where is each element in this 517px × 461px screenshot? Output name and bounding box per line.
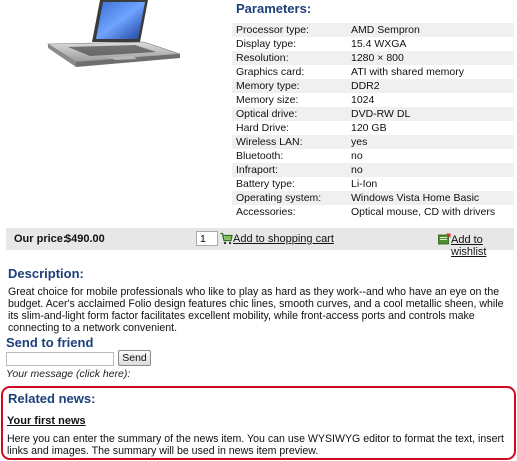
parameter-row: Battery type: Li-Ion bbox=[232, 177, 514, 191]
parameter-value: no bbox=[351, 150, 363, 162]
send-to-friend-heading: Send to friend bbox=[6, 335, 94, 350]
news-item-summary: Here you can enter the summary of the ne… bbox=[7, 433, 504, 457]
parameter-row: Memory type: DDR2 bbox=[232, 79, 514, 93]
parameter-row: Processor type: AMD Sempron bbox=[232, 23, 514, 37]
parameter-value: 1280 × 800 bbox=[347, 51, 514, 65]
parameter-value: AMD Sempron bbox=[347, 23, 514, 37]
price-bar: Our price: $490.00 Add to shopping cart … bbox=[6, 228, 514, 258]
price-label: Our price: bbox=[14, 233, 67, 245]
related-news-heading: Related news: bbox=[8, 391, 96, 406]
parameter-row: Resolution: 1280 × 800 bbox=[232, 51, 514, 65]
parameter-label: Accessories: bbox=[236, 206, 296, 218]
message-link[interactable]: Your message (click here): bbox=[6, 368, 130, 380]
related-news-box: Related news: Your first news Here you c… bbox=[1, 386, 516, 460]
parameter-row: Optical drive: DVD-RW DL bbox=[232, 107, 514, 121]
price-value: $490.00 bbox=[65, 233, 105, 245]
parameter-row: Infraport: no bbox=[232, 163, 514, 177]
parameter-label: Graphics card: bbox=[236, 66, 305, 78]
description-text: Great choice for mobile professionals wh… bbox=[8, 286, 504, 334]
parameter-value: 120 GB bbox=[351, 122, 387, 134]
parameter-value: Windows Vista Home Basic bbox=[347, 191, 514, 205]
parameter-row: Display type: 15.4 WXGA bbox=[232, 37, 514, 51]
parameter-label: Processor type: bbox=[232, 23, 347, 37]
send-button[interactable]: Send bbox=[118, 350, 151, 366]
parameter-row: Accessories: Optical mouse, CD with drive… bbox=[232, 205, 514, 219]
parameter-row: Bluetooth: no bbox=[232, 149, 514, 163]
product-image bbox=[40, 0, 190, 78]
parameter-value: 15.4 WXGA bbox=[351, 38, 407, 50]
parameter-value: 1024 bbox=[351, 94, 375, 106]
description-heading: Description: bbox=[8, 266, 84, 281]
parameter-label: Optical drive: bbox=[232, 107, 347, 121]
parameter-label: Operating system: bbox=[232, 191, 347, 205]
parameter-label: Memory size: bbox=[236, 94, 299, 106]
parameter-label: Wireless LAN: bbox=[232, 135, 347, 149]
parameters-heading: Parameters: bbox=[236, 1, 312, 16]
parameter-value: Optical mouse, CD with drivers bbox=[351, 206, 496, 218]
friend-email-input[interactable] bbox=[6, 352, 114, 366]
parameter-label: Bluetooth: bbox=[236, 150, 284, 162]
parameter-row: Graphics card: ATI with shared memory bbox=[232, 65, 514, 79]
quantity-input[interactable] bbox=[196, 231, 218, 246]
parameter-row: Hard Drive: 120 GB bbox=[232, 121, 514, 135]
parameter-label: Display type: bbox=[236, 38, 297, 50]
parameter-row: Memory size: 1024 bbox=[232, 93, 514, 107]
parameter-label: Hard Drive: bbox=[236, 122, 290, 134]
shopping-cart-icon[interactable] bbox=[220, 232, 233, 245]
parameter-value: DDR2 bbox=[347, 79, 514, 93]
parameter-label: Battery type: bbox=[236, 178, 295, 190]
news-item-title[interactable]: Your first news bbox=[7, 415, 86, 427]
parameter-label: Infraport: bbox=[232, 163, 347, 177]
parameter-value: no bbox=[347, 163, 514, 177]
parameter-row: Operating system: Windows Vista Home Basi… bbox=[232, 191, 514, 205]
parameter-value: DVD-RW DL bbox=[347, 107, 514, 121]
parameter-value: yes bbox=[347, 135, 514, 149]
add-to-cart-link[interactable]: Add to shopping cart bbox=[233, 233, 334, 245]
parameter-value: ATI with shared memory bbox=[351, 66, 465, 78]
wishlist-icon[interactable] bbox=[438, 233, 451, 245]
parameter-label: Resolution: bbox=[232, 51, 347, 65]
parameters-table: Processor type: AMD Sempron Display type: 1… bbox=[232, 23, 514, 219]
add-to-wishlist-link[interactable]: Add to wishlist bbox=[451, 234, 514, 258]
parameter-label: Memory type: bbox=[232, 79, 347, 93]
parameter-value: Li-Ion bbox=[351, 178, 378, 190]
parameter-row: Wireless LAN: yes bbox=[232, 135, 514, 149]
